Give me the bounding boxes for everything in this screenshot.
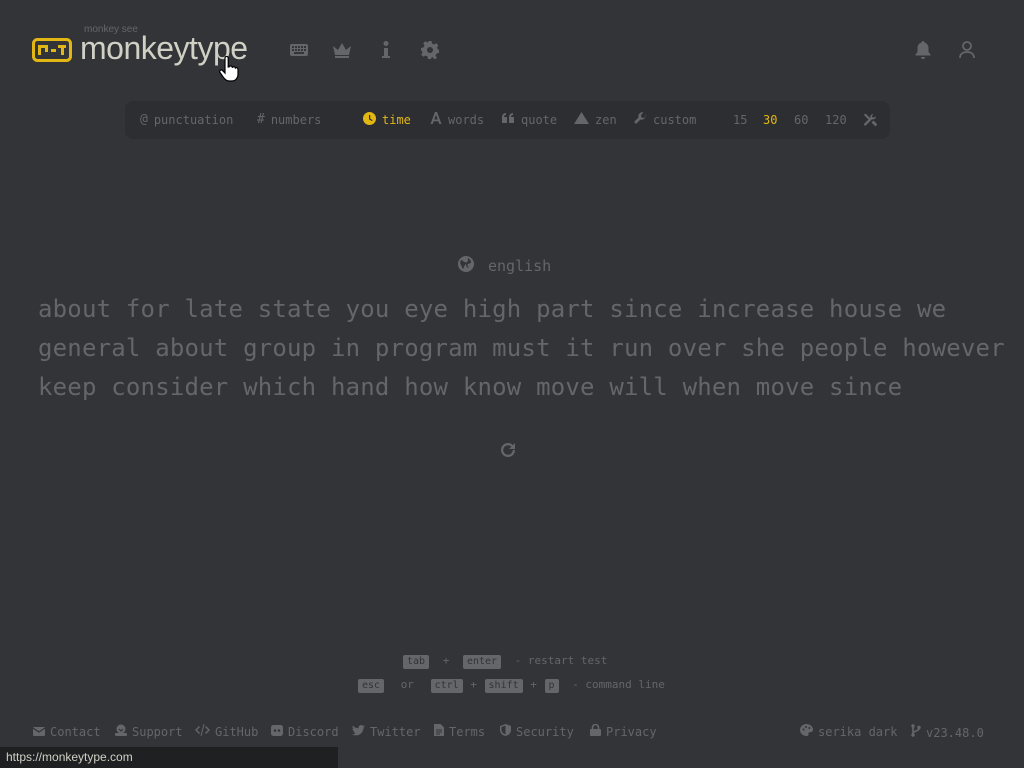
duration-15[interactable]: 15: [733, 112, 747, 128]
mode-words[interactable]: words: [430, 112, 484, 128]
contact-label: Contact: [50, 725, 101, 739]
clock-icon: [363, 111, 376, 129]
mode-custom[interactable]: custom: [634, 111, 697, 129]
words-line: general about group in program must it r…: [38, 334, 1005, 362]
shield-icon: [500, 724, 511, 740]
twitter-icon: [352, 724, 365, 740]
footer-support-link[interactable]: Support: [115, 724, 183, 740]
punctuation-toggle[interactable]: @ punctuation: [140, 112, 233, 128]
donate-icon: [115, 724, 127, 740]
version-label: v23.48.0: [926, 725, 984, 740]
quote-icon: [502, 112, 515, 128]
words-line: about for late state you eye high part s…: [38, 295, 947, 323]
mode-time-label: time: [382, 113, 411, 127]
wrench-icon: [634, 111, 647, 129]
redo-icon: [501, 443, 515, 457]
plus-sign: +: [530, 678, 537, 691]
punctuation-label: punctuation: [153, 113, 234, 127]
gear-icon[interactable]: [420, 40, 440, 60]
terms-label: Terms: [449, 725, 486, 739]
plus-sign: +: [442, 654, 450, 667]
words-display[interactable]: about for late state you eye high part s…: [38, 290, 1005, 407]
restart-hint: tab + enter - restart test: [403, 654, 607, 669]
footer-contact-link[interactable]: Contact: [32, 724, 101, 740]
language-selector[interactable]: english: [458, 256, 551, 276]
lock-icon: [590, 723, 601, 740]
restart-hint-text: - restart test: [514, 654, 608, 667]
footer-github-link[interactable]: GitHub: [195, 724, 258, 740]
footer-security-link[interactable]: Security: [500, 724, 574, 740]
tab-key: tab: [403, 655, 430, 669]
globe-icon: [458, 256, 474, 276]
duration-60[interactable]: 60: [794, 112, 808, 128]
or-text: or: [400, 678, 414, 691]
plus-sign: +: [470, 678, 477, 691]
mode-time[interactable]: time: [363, 111, 411, 129]
mode-words-label: words: [448, 113, 485, 127]
ctrl-key: ctrl: [430, 679, 463, 693]
hash-icon: #: [257, 112, 265, 127]
support-label: Support: [132, 725, 183, 739]
twitter-label: Twitter: [370, 725, 421, 739]
enter-key: enter: [462, 655, 502, 669]
code-branch-icon: [911, 724, 921, 741]
document-icon: [434, 724, 444, 740]
duration-30[interactable]: 30: [763, 112, 777, 128]
esc-key: esc: [358, 679, 385, 693]
restart-button[interactable]: [498, 440, 518, 460]
logo-icon[interactable]: [32, 38, 72, 62]
mode-custom-label: custom: [653, 113, 697, 127]
github-label: GitHub: [215, 725, 259, 739]
mode-zen[interactable]: zen: [574, 112, 617, 128]
hand-cursor-icon: [219, 55, 239, 82]
browser-status-url: https://monkeytype.com: [0, 747, 338, 768]
palette-icon: [800, 724, 813, 740]
user-icon[interactable]: [957, 40, 977, 60]
command-hint-text: - command line: [572, 678, 665, 691]
words-line: keep consider which hand how know move w…: [38, 373, 903, 401]
info-icon[interactable]: [376, 40, 396, 60]
custom-duration-tools-icon[interactable]: [863, 112, 877, 128]
command-line-hint: esc or ctrl + shift + p - command line: [358, 678, 665, 693]
code-icon: [195, 724, 210, 740]
footer-twitter-link[interactable]: Twitter: [352, 724, 421, 740]
bell-icon[interactable]: [913, 40, 933, 60]
crown-icon[interactable]: [332, 40, 352, 60]
mode-zen-label: zen: [595, 113, 617, 127]
theme-label: serika dark: [818, 725, 898, 739]
numbers-label: numbers: [270, 113, 322, 127]
at-icon: @: [140, 112, 148, 127]
discord-label: Discord: [288, 725, 339, 739]
footer-privacy-link[interactable]: Privacy: [590, 723, 657, 740]
shift-key: shift: [484, 679, 523, 693]
duration-120[interactable]: 120: [825, 112, 847, 128]
font-a-icon: [430, 112, 442, 128]
footer-terms-link[interactable]: Terms: [434, 724, 485, 740]
footer-discord-link[interactable]: Discord: [271, 724, 339, 740]
privacy-label: Privacy: [606, 725, 657, 739]
footer-version-button[interactable]: v23.48.0: [911, 724, 984, 741]
keyboard-icon[interactable]: [289, 40, 309, 60]
envelope-icon: [32, 724, 46, 740]
p-key: p: [544, 679, 559, 693]
mountain-icon: [574, 112, 589, 128]
mode-quote[interactable]: quote: [502, 112, 557, 128]
mode-quote-label: quote: [521, 113, 558, 127]
language-label: english: [488, 257, 552, 275]
security-label: Security: [516, 725, 574, 739]
numbers-toggle[interactable]: # numbers: [257, 112, 321, 128]
footer-theme-button[interactable]: serika dark: [800, 724, 897, 740]
discord-icon: [271, 724, 283, 740]
